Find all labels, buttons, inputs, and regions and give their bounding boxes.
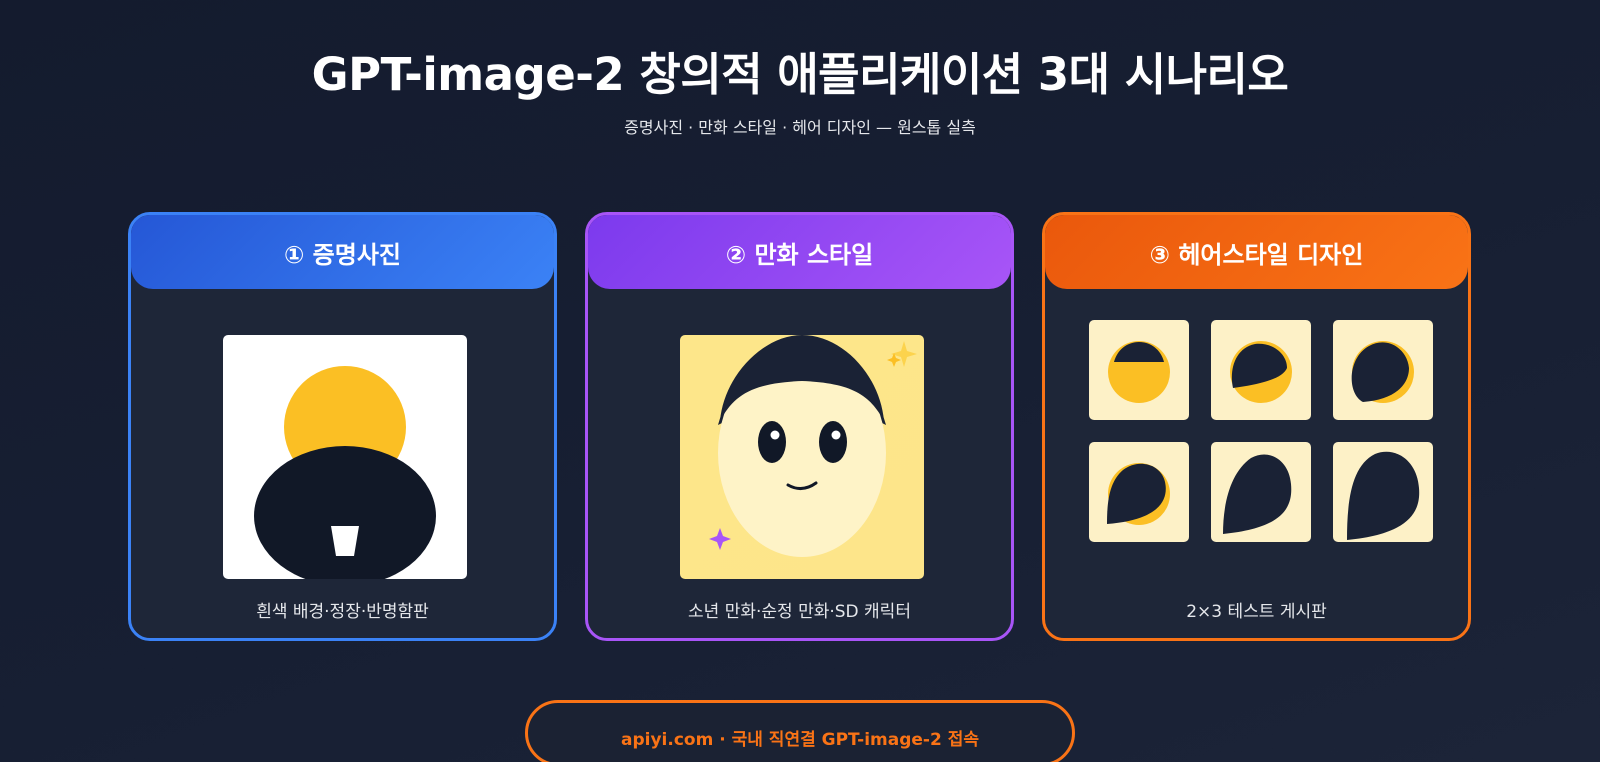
card-id-photo[interactable]: ① 증명사진 흰색 배경·정장·반명함판 <box>128 212 557 641</box>
page-title: GPT-image-2 창의적 애플리케이션 3대 시나리오 <box>311 48 1289 101</box>
hairstyle-tile-4-icon <box>1089 442 1189 542</box>
footer-cta-button[interactable]: apiyi.com · 국내 직연결 GPT-image-2 접속 <box>525 700 1075 762</box>
card-cartoon-style[interactable]: ② 만화 스타일 소년 만화·순정 만화·SD 캐릭터 <box>585 212 1014 641</box>
hairstyle-tile-2-icon <box>1211 320 1311 420</box>
card-header: ② 만화 스타일 <box>588 215 1011 289</box>
card-header: ① 증명사진 <box>131 215 554 289</box>
card-title: ③ 헤어스타일 디자인 <box>1149 240 1364 269</box>
card-caption: 2×3 테스트 게시판 <box>1186 602 1327 622</box>
card-title: ① 증명사진 <box>284 240 401 269</box>
page-subtitle: 증명사진 · 만화 스타일 · 헤어 디자인 — 원스톱 실측 <box>624 118 976 137</box>
card-title: ② 만화 스타일 <box>725 240 874 269</box>
hairstyle-tile-5-icon <box>1211 442 1311 542</box>
card-header: ③ 헤어스타일 디자인 <box>1045 215 1468 289</box>
cartoon-face-illustration-icon <box>680 335 924 579</box>
hairstyle-tile-3-icon <box>1333 320 1433 420</box>
card-caption: 소년 만화·순정 만화·SD 캐릭터 <box>688 602 911 622</box>
card-caption: 흰색 배경·정장·반명함판 <box>256 602 429 622</box>
footer-cta-label: apiyi.com · 국내 직연결 GPT-image-2 접속 <box>621 730 979 750</box>
hairstyle-tile-6-icon <box>1333 442 1433 542</box>
hairstyle-tile-1-icon <box>1089 320 1189 420</box>
card-hairstyle-design[interactable]: ③ 헤어스타일 디자인 2×3 테스트 게시판 <box>1042 212 1471 641</box>
id-photo-illustration-icon <box>223 335 467 579</box>
